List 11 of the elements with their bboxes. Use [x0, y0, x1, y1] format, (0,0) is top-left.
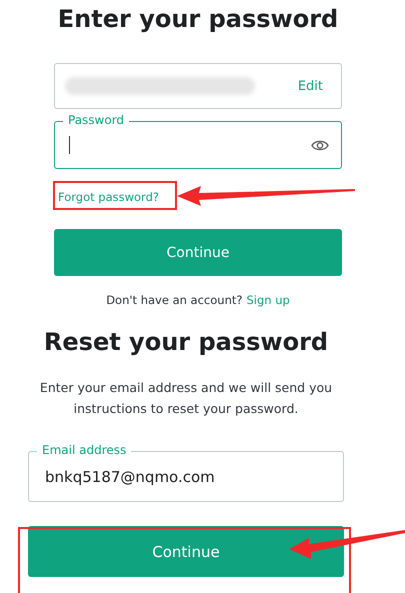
- continue-button[interactable]: Continue: [28, 526, 344, 577]
- page-title: Reset your password: [44, 327, 328, 358]
- forgot-password-link[interactable]: Forgot password?: [58, 190, 159, 204]
- instructions-text: Enter your email address and we will send you instructions to reset your password.: [38, 379, 334, 418]
- signup-prompt: Don't have an account?: [106, 293, 242, 307]
- text-cursor: [69, 136, 70, 154]
- eye-icon[interactable]: [311, 138, 329, 152]
- continue-button[interactable]: Continue: [54, 229, 342, 276]
- signup-link[interactable]: Sign up: [246, 293, 290, 307]
- page-title: Enter your password: [58, 4, 338, 35]
- edit-link[interactable]: Edit: [298, 78, 323, 94]
